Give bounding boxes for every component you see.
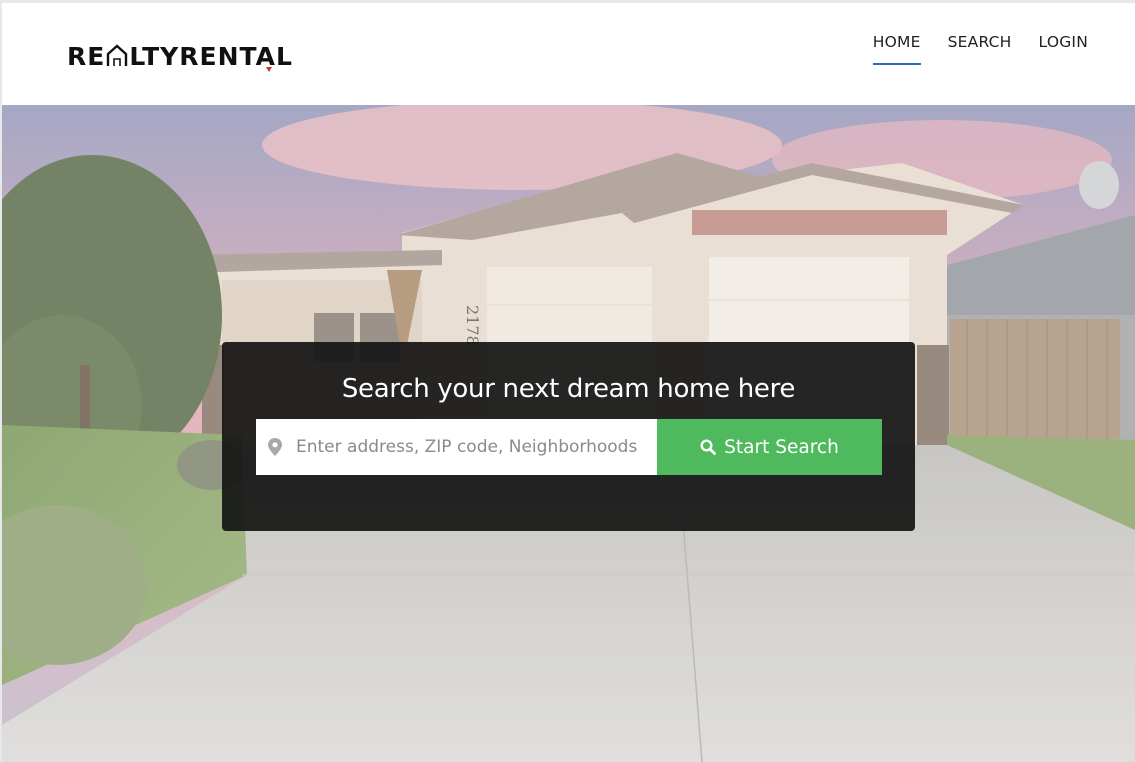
nav-login[interactable]: LOGIN	[1039, 33, 1088, 65]
site-header: RE LTYRENTAL HOME SEARCH LOGIN	[2, 3, 1135, 106]
hero-section: 2178 Search your next dream home here En…	[2, 105, 1135, 762]
logo-text-left: RE	[67, 41, 106, 71]
nav-home[interactable]: HOME	[872, 33, 921, 65]
brand-logo[interactable]: RE LTYRENTAL	[67, 40, 293, 72]
search-icon	[700, 439, 717, 455]
house-icon	[107, 44, 128, 66]
search-field[interactable]	[256, 419, 657, 475]
logo-accent-mark	[266, 67, 272, 72]
search-panel: Search your next dream home here Start S…	[222, 342, 915, 531]
search-title: Search your next dream home here	[341, 374, 796, 404]
search-input[interactable]	[296, 437, 646, 457]
nav-search[interactable]: SEARCH	[948, 33, 1012, 65]
map-pin-icon	[268, 438, 282, 456]
main-nav: HOME SEARCH LOGIN	[872, 33, 1088, 65]
start-search-button[interactable]: Start Search	[657, 419, 882, 475]
app-frame: RE LTYRENTAL HOME SEARCH LOGIN 2178 Sear…	[2, 3, 1135, 762]
start-search-label: Start Search	[724, 436, 839, 458]
